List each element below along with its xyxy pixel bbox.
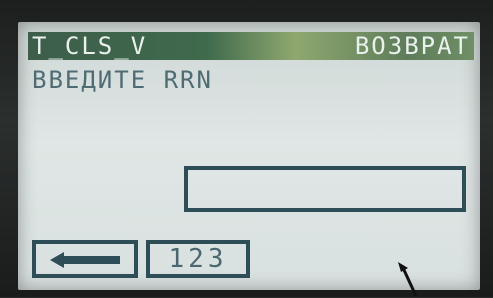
input-mode-button[interactable]: 123 [146, 240, 250, 278]
rrn-input-field[interactable] [184, 166, 466, 212]
operation-title: ВОЗВРАТ [354, 32, 470, 60]
back-button[interactable] [32, 240, 138, 278]
title-bar: T_CLS_V ВОЗВРАТ [28, 32, 474, 60]
input-mode-label: 123 [168, 244, 228, 274]
pointer-arrow-icon [398, 262, 418, 297]
lcd-screen: T_CLS_V ВОЗВРАТ ВВЕДИТЕ RRN 123 [18, 22, 480, 290]
rrn-prompt: ВВЕДИТЕ RRN [32, 66, 213, 94]
mode-code: T_CLS_V [32, 32, 148, 60]
left-arrow-icon [50, 252, 120, 268]
